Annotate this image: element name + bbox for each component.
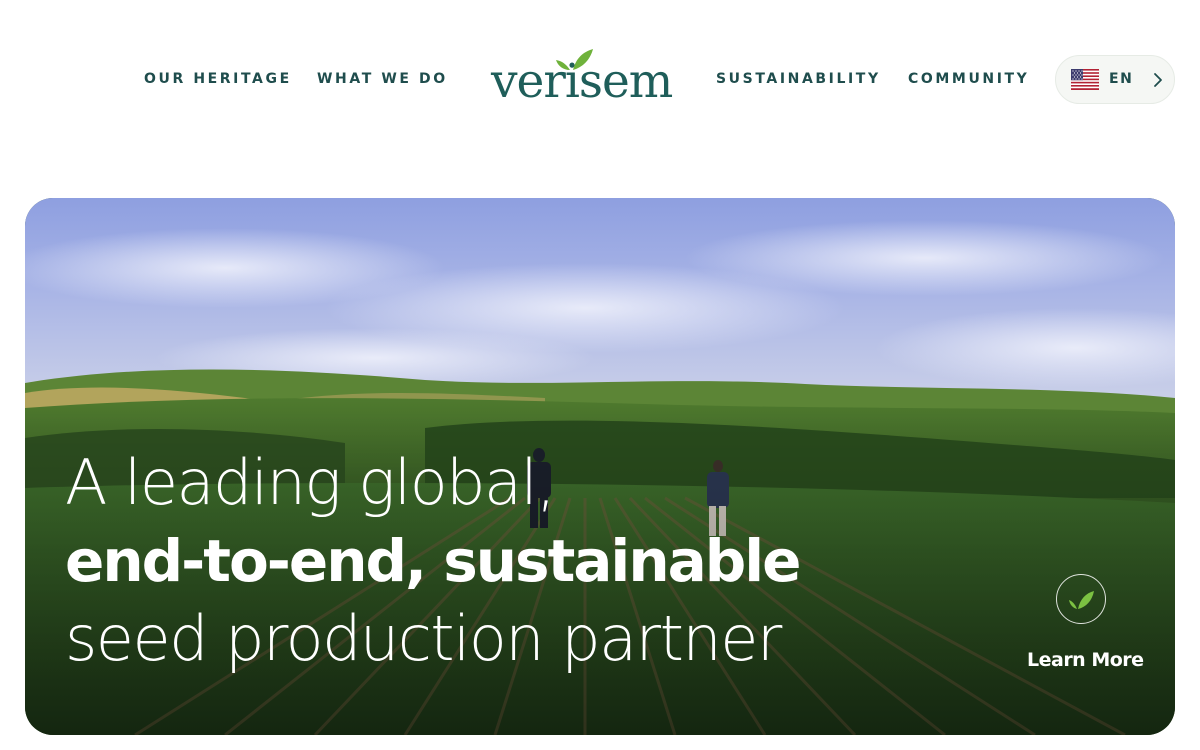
verisem-logo[interactable]: verisem xyxy=(488,46,673,112)
sprout-logo-icon xyxy=(556,49,593,70)
nav-link-our-heritage[interactable]: OUR HERITAGE xyxy=(144,71,292,88)
language-selector[interactable]: EN xyxy=(1055,55,1175,104)
hero-banner: A leading global, end-to-end, sustainabl… xyxy=(25,198,1175,735)
hero-headline: A leading global, end-to-end, sustainabl… xyxy=(65,444,801,678)
learn-more-circle xyxy=(1056,574,1106,624)
nav-link-community[interactable]: COMMUNITY xyxy=(908,71,1029,88)
chevron-right-icon xyxy=(1154,73,1162,87)
hero-headline-line-2: end-to-end, sustainable xyxy=(65,527,801,595)
nav-link-what-we-do[interactable]: WHAT WE DO xyxy=(317,71,448,88)
hero-headline-line-3: seed production partner xyxy=(65,602,782,675)
hero-headline-line-1: A leading global, xyxy=(65,446,556,519)
language-code: EN xyxy=(1109,71,1134,87)
learn-more-label: Learn More xyxy=(1027,649,1144,671)
learn-more-button[interactable]: Learn More xyxy=(1021,573,1147,683)
us-flag-icon xyxy=(1071,69,1099,90)
leaf-icon xyxy=(1069,591,1094,609)
nav-link-sustainability[interactable]: SUSTAINABILITY xyxy=(716,71,881,88)
